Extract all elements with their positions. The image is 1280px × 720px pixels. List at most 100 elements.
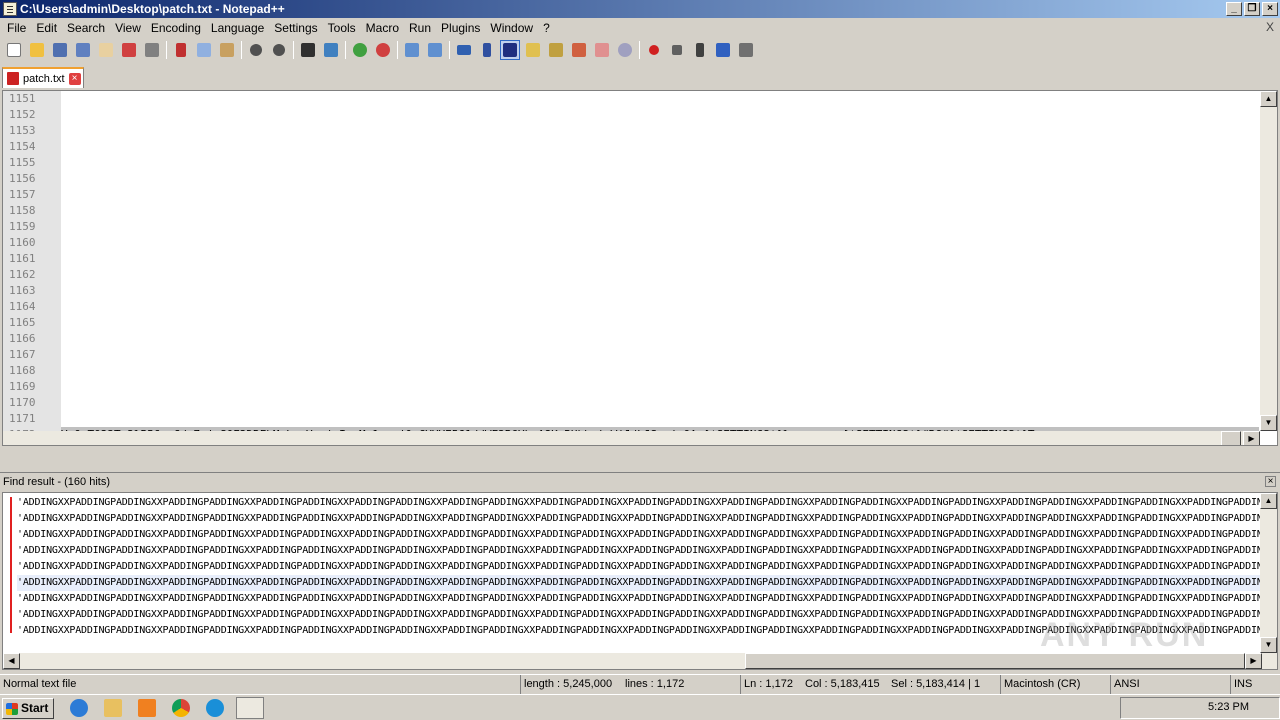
paste-icon[interactable] <box>217 40 237 60</box>
line-number: 1170 <box>9 396 36 409</box>
cut-icon[interactable] <box>171 40 191 60</box>
start-button[interactable]: Start <box>2 698 54 719</box>
title-bar: C:\Users\admin\Desktop\patch.txt - Notep… <box>0 0 1280 18</box>
line-number: 1165 <box>9 316 36 329</box>
line-number: 1157 <box>9 188 36 201</box>
close-document-button[interactable]: X <box>1266 20 1274 34</box>
find-result-line[interactable]: 'ADDINGXXPADDINGPADDINGXXPADDINGPADDINGX… <box>17 495 1261 511</box>
line-number: 1167 <box>9 348 36 361</box>
menu-language[interactable]: Language <box>206 18 269 38</box>
tab-patch-txt[interactable]: patch.txt × <box>2 67 84 88</box>
doc-map-icon[interactable] <box>546 40 566 60</box>
minimize-button[interactable]: _ <box>1226 2 1242 16</box>
notepad-taskbar-icon[interactable] <box>236 697 264 719</box>
scroll-thumb[interactable] <box>1221 431 1241 445</box>
find-result-line[interactable]: 'ADDINGXXPADDINGPADDINGXXPADDINGPADDINGX… <box>17 543 1261 559</box>
close-window-button[interactable]: × <box>1262 2 1278 16</box>
menu-search[interactable]: Search <box>62 18 110 38</box>
close-panel-icon[interactable]: × <box>1265 476 1276 487</box>
sync-vertical-icon[interactable] <box>402 40 422 60</box>
restore-button[interactable]: ❐ <box>1244 2 1260 16</box>
toolbar-separator <box>345 41 346 59</box>
menu-tools[interactable]: Tools <box>323 18 361 38</box>
zoom-out-icon[interactable] <box>373 40 393 60</box>
stop-record-icon[interactable] <box>667 40 687 60</box>
menu-bar: File Edit Search View Encoding Language … <box>0 18 1280 38</box>
find-result-line[interactable]: 'ADDINGXXPADDINGPADDINGXXPADDINGPADDINGX… <box>17 575 1261 591</box>
menu-help[interactable]: ? <box>538 18 555 38</box>
zoom-in-icon[interactable] <box>350 40 370 60</box>
save-icon[interactable] <box>50 40 70 60</box>
sync-horizontal-icon[interactable] <box>425 40 445 60</box>
find-icon[interactable] <box>298 40 318 60</box>
scroll-up-arrow-icon[interactable]: ▲ <box>1260 91 1277 107</box>
menu-view[interactable]: View <box>110 18 146 38</box>
close-tab-icon[interactable]: × <box>68 72 81 85</box>
save-macro-icon[interactable] <box>736 40 756 60</box>
line-number: 1155 <box>9 156 36 169</box>
open-file-icon[interactable] <box>27 40 47 60</box>
find-result-line[interactable]: 'ADDINGXXPADDINGPADDINGXXPADDINGPADDINGX… <box>17 511 1261 527</box>
redo-icon[interactable] <box>269 40 289 60</box>
menu-run[interactable]: Run <box>404 18 436 38</box>
status-selection: Sel : 5,183,414 | 1 <box>891 678 981 690</box>
menu-settings[interactable]: Settings <box>269 18 322 38</box>
menu-plugins[interactable]: Plugins <box>436 18 485 38</box>
chrome-icon[interactable] <box>172 699 190 717</box>
line-number: 1161 <box>9 252 36 265</box>
menu-file[interactable]: File <box>2 18 31 38</box>
line-number: 1168 <box>9 364 36 377</box>
close-all-icon[interactable] <box>119 40 139 60</box>
scroll-right-arrow-icon[interactable]: ▶ <box>1245 653 1262 669</box>
save-all-icon[interactable] <box>73 40 93 60</box>
explorer-icon[interactable] <box>104 699 122 717</box>
undo-icon[interactable] <box>246 40 266 60</box>
tab-label: patch.txt <box>23 72 65 85</box>
results-vertical-scrollbar[interactable]: ▲ ▼ <box>1260 493 1277 653</box>
line-number: 1160 <box>9 236 36 249</box>
scroll-down-arrow-icon[interactable]: ▼ <box>1260 637 1277 653</box>
ie-icon[interactable] <box>70 699 88 717</box>
indent-guide-icon[interactable] <box>500 40 520 60</box>
copy-icon[interactable] <box>194 40 214 60</box>
folder-workspace-icon[interactable] <box>592 40 612 60</box>
watermark: ANY RUN <box>1040 616 1209 654</box>
udl-icon[interactable] <box>523 40 543 60</box>
toolbar-separator <box>397 41 398 59</box>
new-file-icon[interactable] <box>4 40 24 60</box>
line-number: 1163 <box>9 284 36 297</box>
scroll-down-arrow-icon[interactable]: ▼ <box>1260 415 1277 431</box>
menu-macro[interactable]: Macro <box>361 18 404 38</box>
media-player-icon[interactable] <box>138 699 156 717</box>
function-list-icon[interactable] <box>569 40 589 60</box>
menu-edit[interactable]: Edit <box>31 18 62 38</box>
find-result-line[interactable]: 'ADDINGXXPADDINGPADDINGXXPADDINGPADDINGX… <box>17 527 1261 543</box>
taskbar: Start 5:23 PM <box>0 694 1280 720</box>
word-wrap-icon[interactable] <box>454 40 474 60</box>
toolbar-separator <box>293 41 294 59</box>
print-icon[interactable] <box>142 40 162 60</box>
show-all-chars-icon[interactable] <box>477 40 497 60</box>
editor-vertical-scrollbar[interactable]: ▲ ▼ <box>1260 91 1277 431</box>
fold-marker <box>10 497 12 633</box>
find-result-line[interactable]: 'ADDINGXXPADDINGPADDINGXXPADDINGPADDINGX… <box>17 559 1261 575</box>
close-icon[interactable] <box>96 40 116 60</box>
run-macro-multiple-icon[interactable] <box>713 40 733 60</box>
edge-icon[interactable] <box>206 699 224 717</box>
monitoring-icon[interactable] <box>615 40 635 60</box>
replace-icon[interactable] <box>321 40 341 60</box>
scroll-up-arrow-icon[interactable]: ▲ <box>1260 493 1277 509</box>
results-horizontal-scrollbar[interactable]: ◀ ▶ <box>3 653 1277 669</box>
menu-window[interactable]: Window <box>485 18 538 38</box>
toolbar <box>0 38 1280 62</box>
menu-encoding[interactable]: Encoding <box>146 18 206 38</box>
editor-area[interactable]: 1151 1152 1153 1154 1155 1156 1157 1158 1159 1160… <box>2 90 1278 446</box>
play-macro-icon[interactable] <box>690 40 710 60</box>
scroll-thumb[interactable] <box>745 653 1245 669</box>
status-bar: Normal text file length : 5,245,000 line… <box>0 674 1280 694</box>
record-macro-icon[interactable] <box>644 40 664 60</box>
scroll-right-arrow-icon[interactable]: ▶ <box>1243 431 1260 445</box>
scroll-left-arrow-icon[interactable]: ◀ <box>3 653 20 669</box>
find-result-line[interactable]: 'ADDINGXXPADDINGPADDINGXXPADDINGPADDINGX… <box>17 591 1261 607</box>
editor-horizontal-scrollbar[interactable]: ▶ <box>3 431 1260 445</box>
